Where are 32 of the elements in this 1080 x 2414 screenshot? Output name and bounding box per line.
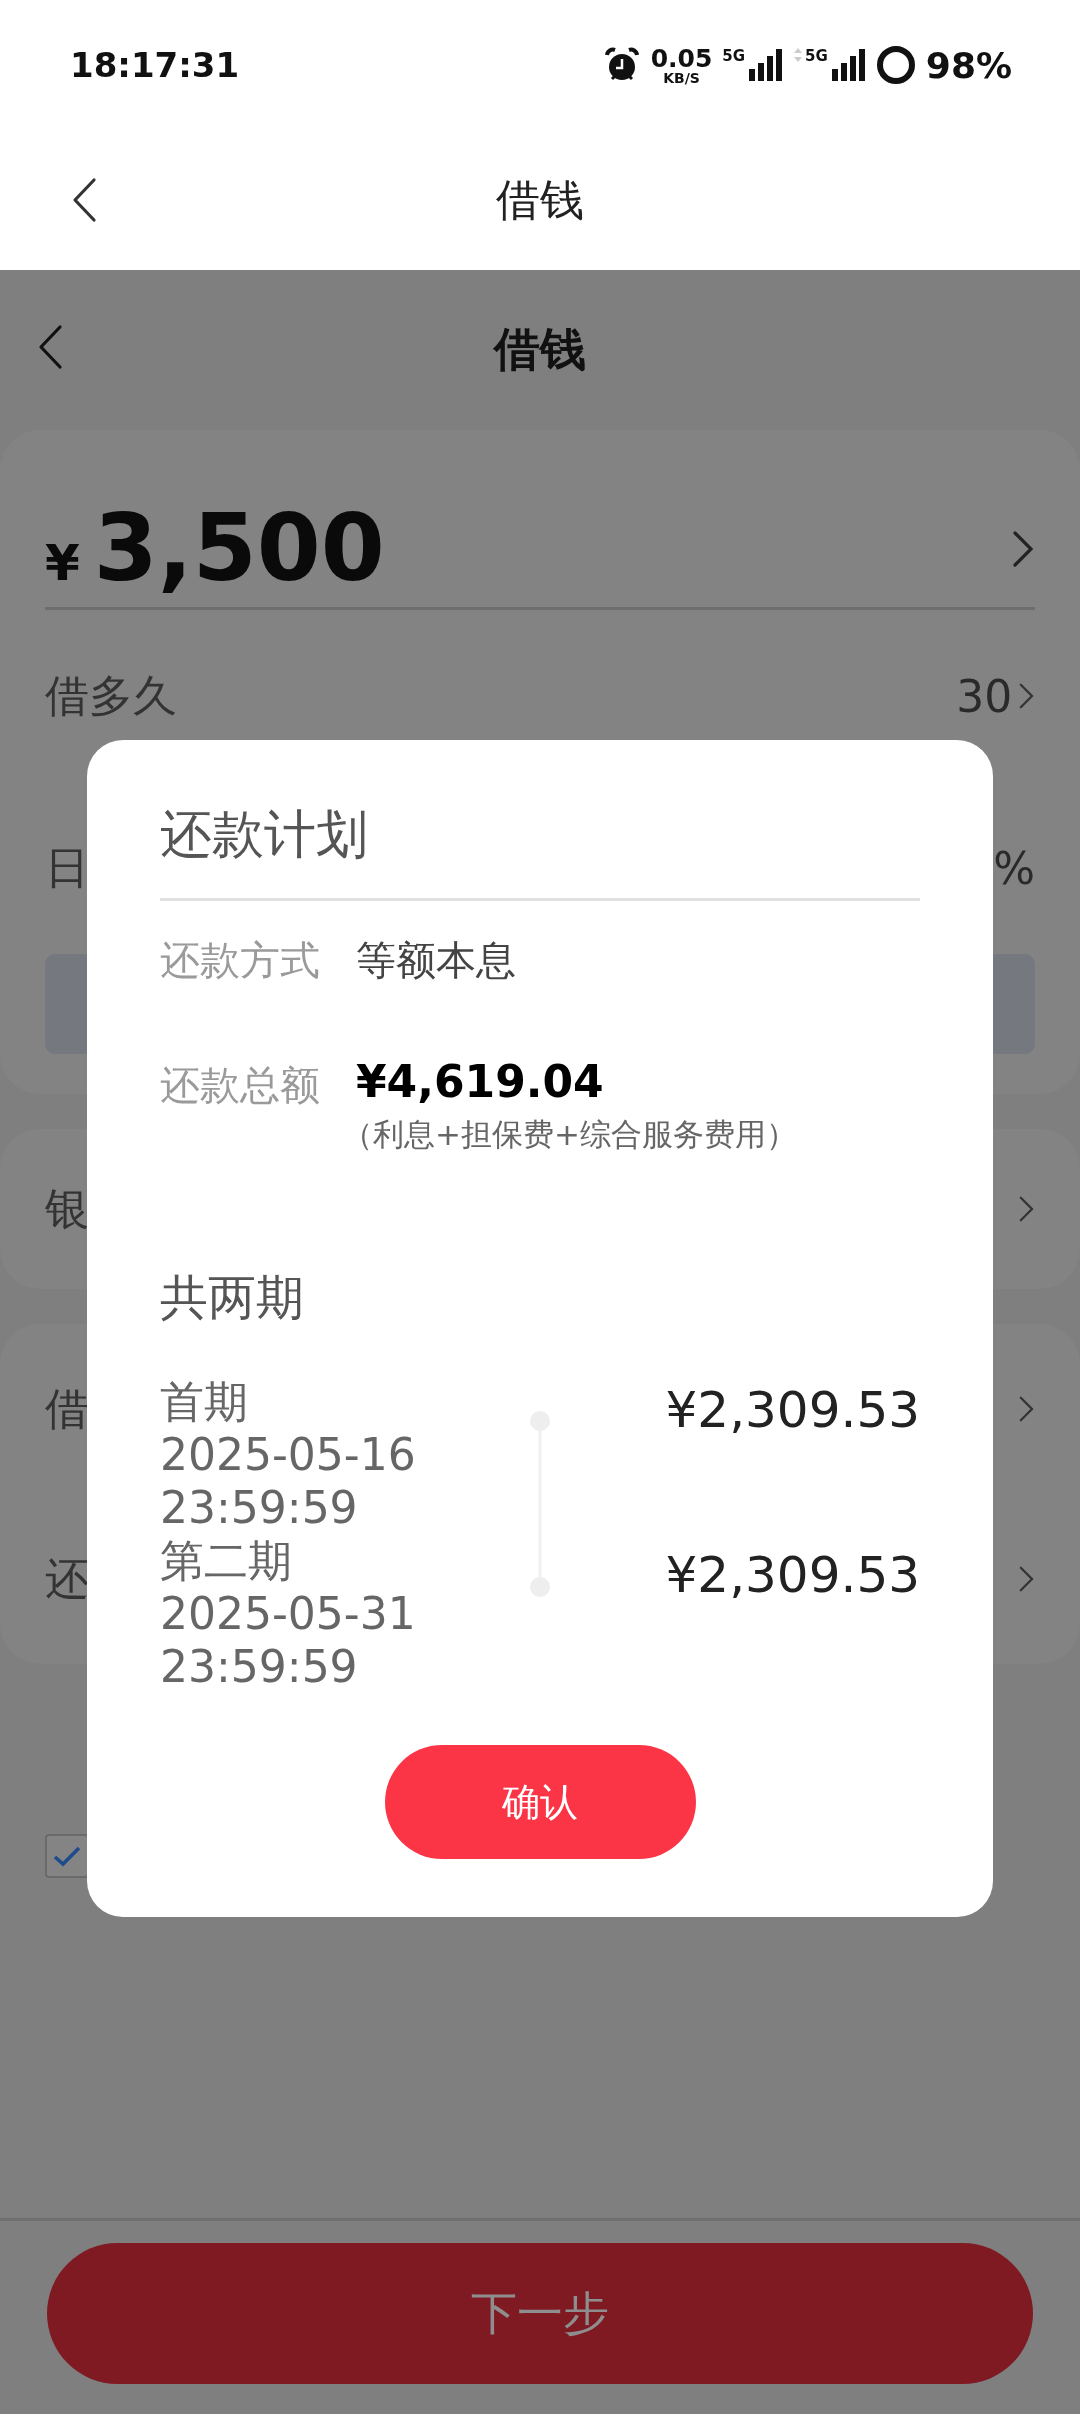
battery-level: 98%	[925, 44, 1012, 86]
network-speed-unit: KB/S	[663, 70, 700, 85]
total-amount: ¥4,619.04	[356, 1058, 605, 1107]
due-time: 23:59:59	[160, 1481, 359, 1535]
due-date: 2025-05-31	[160, 1587, 417, 1641]
row-label: 银	[45, 1181, 89, 1236]
method-value: 等额本息	[356, 936, 516, 985]
row-value: 30	[956, 670, 1013, 722]
row-label: 日	[45, 840, 89, 895]
installment-amount: ¥2,309.53	[665, 1380, 920, 1442]
loan-amount: 3,500	[93, 495, 385, 602]
total-note: （利息+担保费+综合服务费用）	[342, 1115, 797, 1155]
method-label: 还款方式	[160, 936, 320, 985]
network-type: 5G	[722, 47, 746, 65]
network-speed: 0.05	[650, 45, 713, 71]
periods-title: 共两期	[160, 1268, 305, 1328]
row-label: 借多久	[45, 668, 177, 723]
status-time: 18:17:31	[70, 45, 240, 85]
page-title: 借钱	[496, 172, 584, 227]
currency-symbol: ¥	[45, 534, 80, 592]
dialog-title: 还款计划	[160, 800, 920, 901]
row-value: %	[993, 842, 1035, 894]
installment-name: 第二期	[160, 1534, 293, 1588]
row-label: 还	[45, 1551, 89, 1606]
due-time: 23:59:59	[160, 1640, 359, 1694]
total-label: 还款总额	[160, 1061, 320, 1110]
page-title: 借钱	[494, 321, 586, 378]
installment-amount: ¥2,309.53	[665, 1545, 920, 1607]
installment-name: 首期	[160, 1375, 249, 1429]
row-label: 借	[45, 1381, 89, 1436]
network-type: 5G	[805, 47, 828, 65]
due-date: 2025-05-16	[160, 1428, 417, 1482]
